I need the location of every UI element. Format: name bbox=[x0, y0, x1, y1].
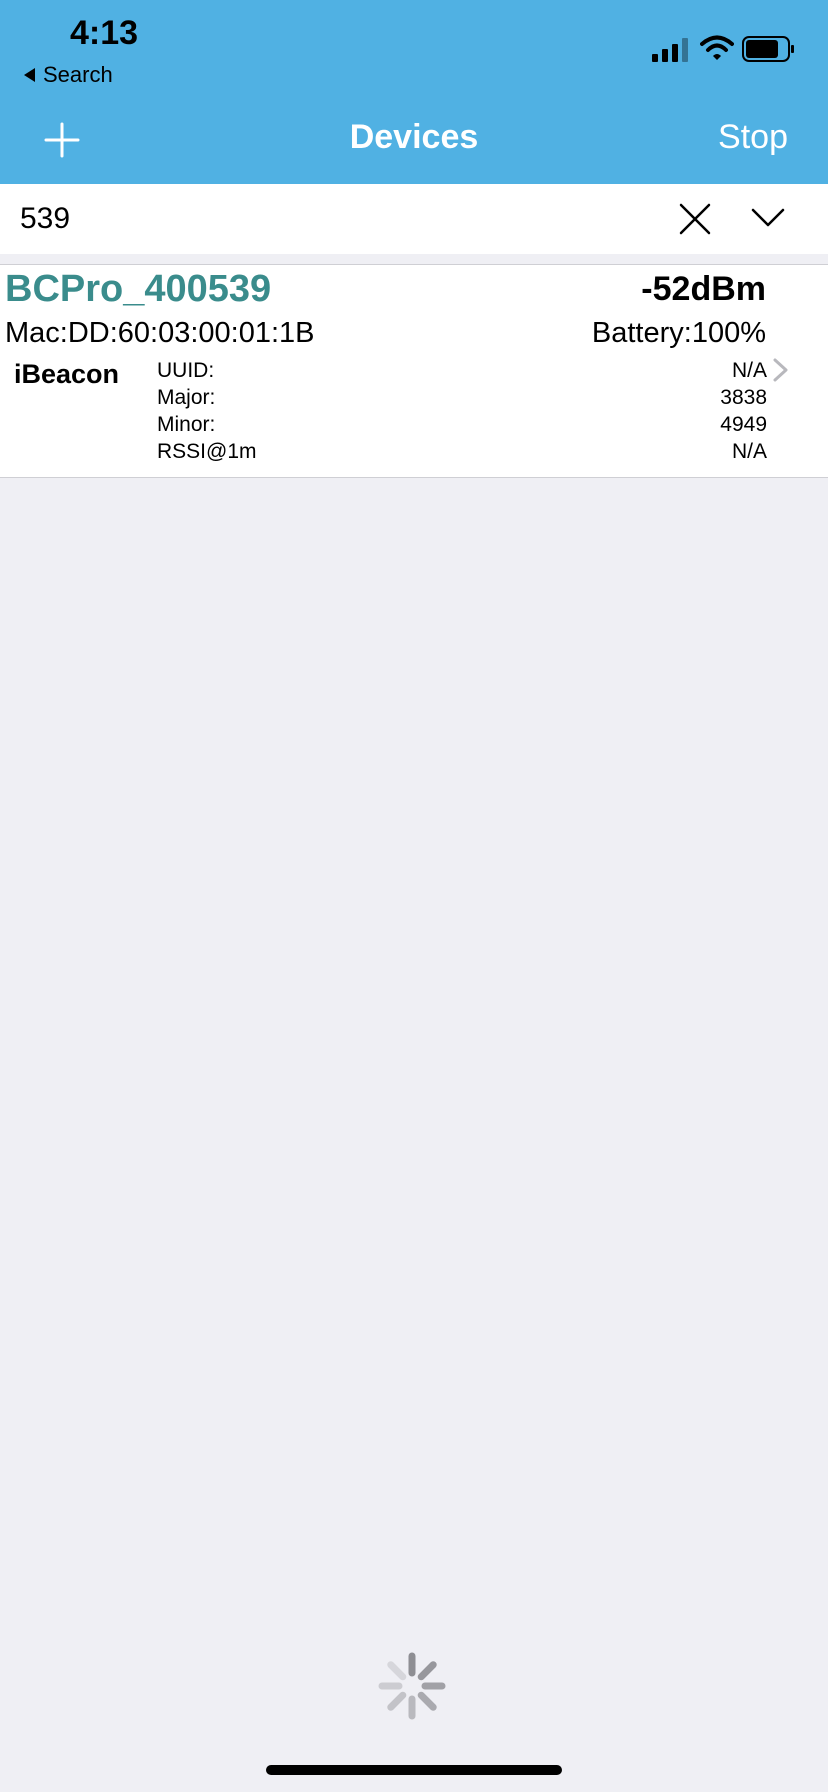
back-to-search-link[interactable]: Search bbox=[24, 62, 113, 88]
loading-spinner-icon bbox=[378, 1652, 446, 1720]
minor-row: Minor: 4949 bbox=[157, 413, 767, 439]
battery-icon bbox=[742, 36, 794, 62]
back-link-label: Search bbox=[43, 62, 113, 87]
status-time: 4:13 bbox=[70, 14, 139, 52]
device-rssi: -52dBm bbox=[641, 270, 766, 308]
uuid-label: UUID: bbox=[157, 359, 215, 382]
rssi-1m-row: RSSI@1m N/A bbox=[157, 440, 767, 466]
search-bar bbox=[0, 184, 828, 254]
navigation-bar: 4:13 Search Devices Stop bbox=[0, 0, 828, 184]
minor-value: 4949 bbox=[720, 413, 767, 436]
uuid-value: N/A bbox=[731, 359, 767, 382]
uuid-row: UUID: N/A bbox=[157, 359, 767, 385]
home-indicator[interactable] bbox=[266, 1765, 562, 1775]
chevron-right-icon[interactable] bbox=[772, 357, 790, 383]
cellular-signal-icon bbox=[652, 38, 688, 62]
major-label: Major: bbox=[157, 386, 216, 409]
device-mac: Mac:DD:60:03:00:01:1B bbox=[5, 317, 315, 349]
back-arrow-icon bbox=[24, 68, 35, 82]
device-battery: Battery:100% bbox=[591, 317, 766, 349]
device-name: BCPro_400539 bbox=[5, 268, 272, 310]
stop-scan-button[interactable]: Stop bbox=[718, 118, 788, 157]
page-title: Devices bbox=[349, 118, 479, 156]
minor-label: Minor: bbox=[157, 413, 216, 436]
rssi-1m-label: RSSI@1m bbox=[157, 440, 257, 463]
rssi-1m-value: N/A bbox=[731, 440, 767, 463]
major-row: Major: 3838 bbox=[157, 386, 767, 412]
filter-dropdown-button[interactable] bbox=[750, 206, 786, 230]
major-value: 3838 bbox=[720, 386, 767, 409]
search-input[interactable] bbox=[20, 198, 640, 240]
wifi-icon bbox=[700, 35, 734, 60]
device-list-item[interactable]: BCPro_400539 -52dBm Mac:DD:60:03:00:01:1… bbox=[0, 264, 828, 478]
device-type: iBeacon bbox=[14, 359, 120, 389]
clear-search-button[interactable] bbox=[678, 202, 712, 236]
